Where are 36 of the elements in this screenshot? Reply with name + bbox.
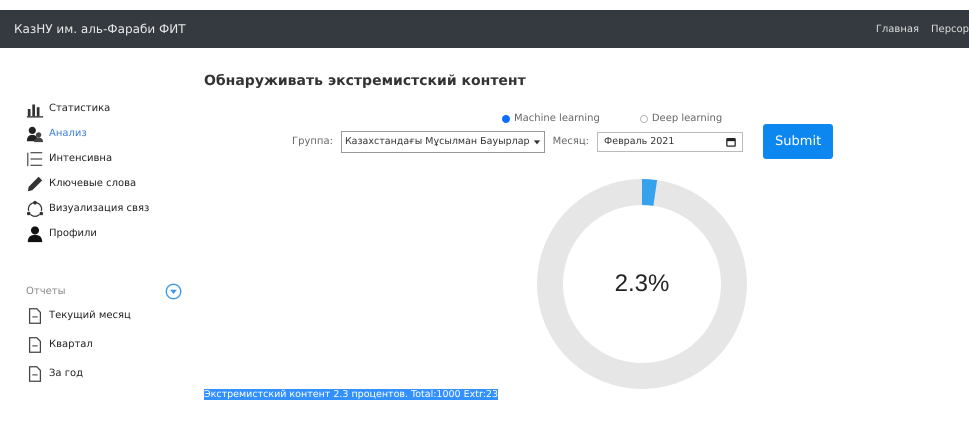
users-icon (26, 124, 44, 142)
report-link[interactable]: Текущий месяц (49, 310, 131, 321)
sidebar-item[interactable]: Статистика (49, 103, 110, 114)
field-label: Группа: (292, 136, 333, 147)
radio-button[interactable] (640, 114, 648, 122)
network-icon (26, 200, 44, 218)
document-icon (26, 364, 44, 382)
submit-button[interactable]: Submit (763, 124, 834, 159)
list-icon (26, 150, 44, 168)
pen-icon (26, 174, 44, 192)
sidebar-item[interactable]: Ключевые слова (49, 178, 136, 189)
sidebar-item[interactable]: Визуализация связ (49, 203, 150, 214)
nav-link[interactable]: Главная (876, 24, 920, 34)
calendar-icon (726, 136, 736, 146)
chevron-icon[interactable] (165, 282, 182, 300)
nav-link[interactable]: Персор (931, 24, 969, 34)
sidebar-item[interactable]: Интенсивна (49, 153, 112, 164)
page-title: Обнаруживать экстремистский контент (204, 73, 527, 89)
caret-icon (532, 138, 541, 146)
radio-label: Machine learning (514, 113, 600, 124)
group-select[interactable]: Казахстандағы Мұсылман Бауырлар (340, 130, 545, 152)
section-heading: Отчеты (26, 286, 66, 296)
result-text: Экстремистский контент 2.3 процентов. Total:1000 Extr:23 (204, 389, 498, 400)
field-label: Месяц: (552, 136, 590, 147)
report-link[interactable]: Квартал (49, 339, 93, 350)
month-input[interactable]: Февраль 2021 (597, 132, 744, 152)
user-icon (26, 224, 44, 242)
sidebar-item[interactable]: Профили (49, 228, 97, 239)
gauge-value: 2.3% (614, 270, 670, 298)
sidebar-item[interactable]: Анализ (49, 128, 87, 139)
document-icon (26, 336, 44, 354)
brand-title[interactable]: КазНУ им. аль-Фараби ФИТ (14, 22, 186, 36)
document-icon (26, 306, 44, 324)
radio-label: Deep learning (652, 113, 722, 124)
radio-button[interactable] (502, 114, 510, 122)
report-link[interactable]: За год (49, 368, 84, 379)
